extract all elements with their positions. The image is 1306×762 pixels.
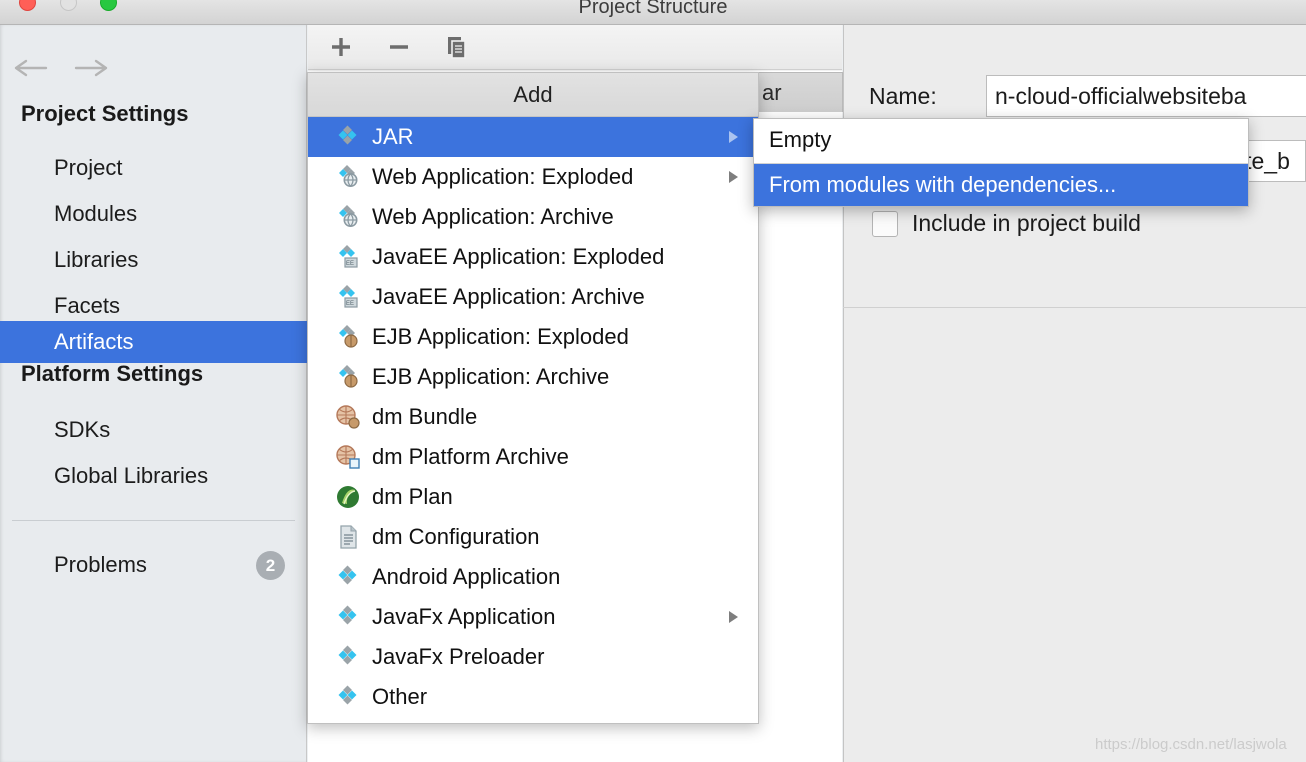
sidebar-item-label: Libraries — [54, 247, 139, 272]
artifacts-toolbar — [308, 25, 842, 70]
menu-item-label: JAR — [372, 124, 414, 149]
menu-item-web-application-exploded[interactable]: Web Application: Exploded — [308, 157, 758, 197]
sidebar-item-modules[interactable]: Modules — [0, 195, 307, 233]
web-exploded-icon — [335, 164, 361, 190]
sidebar-item-global-libraries[interactable]: Global Libraries — [0, 457, 307, 495]
javafx-icon — [335, 604, 361, 630]
menu-item-dm-plan[interactable]: dm Plan — [308, 477, 758, 517]
svg-text:EE: EE — [346, 261, 354, 267]
dm-bundle-icon — [335, 404, 361, 430]
sidebar-item-label: Problems — [54, 552, 147, 577]
javafx-preloader-icon — [335, 644, 361, 670]
include-in-project-build-row[interactable]: Include in project build — [872, 210, 1141, 237]
menu-item-label: Web Application: Exploded — [372, 164, 634, 189]
settings-sidebar: Project Settings Project Modules Librari… — [0, 25, 307, 762]
add-menu-title: Add — [308, 73, 758, 117]
menu-item-label: Android Application — [372, 564, 561, 589]
add-artifact-icon[interactable] — [326, 32, 356, 62]
sidebar-item-label: Project — [54, 155, 123, 180]
sidebar-item-label: Artifacts — [54, 329, 134, 354]
artifact-name-label: Name: — [869, 82, 937, 109]
menu-item-web-application-archive[interactable]: Web Application: Archive — [308, 197, 758, 237]
menu-item-label: EJB Application: Exploded — [372, 324, 629, 349]
menu-item-label: JavaEE Application: Archive — [372, 284, 645, 309]
sidebar-item-label: Facets — [54, 293, 121, 318]
tabs-underline — [843, 307, 1306, 308]
web-archive-icon — [335, 204, 361, 230]
problems-count-badge: 2 — [256, 551, 285, 580]
menu-item-label: JavaEE Application: Exploded — [372, 244, 665, 269]
include-in-project-build-checkbox[interactable] — [872, 210, 898, 237]
android-icon — [335, 564, 361, 590]
sidebar-divider — [12, 520, 295, 521]
menu-item-other[interactable]: Other — [308, 677, 758, 717]
menu-item-ejb-application-archive[interactable]: EJB Application: Archive — [308, 357, 758, 397]
background-tab-remnant[interactable]: ar — [757, 72, 843, 112]
sidebar-item-sdks[interactable]: SDKs — [0, 411, 307, 449]
menu-item-label: Web Application: Archive — [372, 204, 614, 229]
chevron-right-icon — [729, 131, 738, 143]
javaee-archive-icon: EE — [335, 284, 361, 310]
menu-item-dm-bundle[interactable]: dm Bundle — [308, 397, 758, 437]
add-artifact-menu: Add JAR Web Application: Exploded Web Ap… — [307, 72, 759, 724]
menu-item-label: dm Platform Archive — [372, 444, 569, 469]
menu-item-javafx-preloader[interactable]: JavaFx Preloader — [308, 637, 758, 677]
menu-item-javafx-application[interactable]: JavaFx Application — [308, 597, 758, 637]
menu-item-jar[interactable]: JAR — [308, 117, 758, 157]
menu-item-javaee-application-archive[interactable]: EE JavaEE Application: Archive — [308, 277, 758, 317]
forward-arrow-icon[interactable] — [73, 55, 109, 81]
dm-config-icon — [335, 524, 361, 550]
copy-artifact-icon[interactable] — [442, 32, 472, 62]
menu-item-dm-configuration[interactable]: dm Configuration — [308, 517, 758, 557]
menu-item-android-application[interactable]: Android Application — [308, 557, 758, 597]
sidebar-item-label: Global Libraries — [54, 463, 209, 488]
chevron-right-icon — [729, 611, 738, 623]
other-icon — [335, 684, 361, 710]
svg-text:EE: EE — [346, 301, 354, 307]
menu-item-javaee-application-exploded[interactable]: EE JavaEE Application: Exploded — [308, 237, 758, 277]
artifact-name-row: Name: n-cloud-officialwebsiteba — [869, 75, 1306, 117]
sidebar-item-label: SDKs — [54, 417, 111, 442]
menu-item-label: dm Bundle — [372, 404, 478, 429]
navigation-arrows — [13, 55, 109, 81]
title-bar: Project Structure — [0, 0, 1306, 25]
javaee-exploded-icon: EE — [335, 244, 361, 270]
remove-artifact-icon[interactable] — [384, 32, 414, 62]
jar-icon — [335, 124, 361, 150]
sidebar-item-problems[interactable]: Problems 2 — [0, 546, 307, 584]
menu-item-label: EJB Application: Archive — [372, 364, 610, 389]
sidebar-item-project[interactable]: Project — [0, 149, 307, 187]
sidebar-group-platform-settings: Platform Settings — [21, 361, 204, 386]
sidebar-item-artifacts[interactable]: Artifacts — [0, 321, 307, 363]
ejb-archive-icon — [335, 364, 361, 390]
sidebar-item-label: Modules — [54, 201, 138, 226]
project-structure-window: Project Structure Project Settings Proje… — [0, 0, 1306, 762]
menu-item-label: JavaFx Preloader — [372, 644, 545, 669]
sidebar-item-facets[interactable]: Facets — [0, 287, 307, 325]
submenu-item-label: Empty — [769, 127, 832, 152]
window-title: Project Structure — [578, 0, 728, 18]
sidebar-item-libraries[interactable]: Libraries — [0, 241, 307, 279]
sidebar-group-project-settings: Project Settings — [21, 101, 189, 126]
menu-item-label: JavaFx Application — [372, 604, 556, 629]
submenu-item-empty[interactable]: Empty — [754, 119, 1248, 161]
back-arrow-icon[interactable] — [13, 55, 49, 81]
submenu-item-from-modules-with-dependencies[interactable]: From modules with dependencies... — [754, 164, 1248, 206]
menu-item-label: Other — [372, 684, 428, 709]
dm-plan-icon — [335, 484, 361, 510]
menu-item-dm-platform-archive[interactable]: dm Platform Archive — [308, 437, 758, 477]
menu-item-ejb-application-exploded[interactable]: EJB Application: Exploded — [308, 317, 758, 357]
dm-platform-icon — [335, 444, 361, 470]
menu-item-label: dm Plan — [372, 484, 453, 509]
jar-submenu: Empty From modules with dependencies... — [753, 118, 1249, 207]
ejb-exploded-icon — [335, 324, 361, 350]
include-in-project-build-label: Include in project build — [912, 210, 1141, 236]
menu-item-label: dm Configuration — [372, 524, 540, 549]
submenu-item-label: From modules with dependencies... — [769, 172, 1117, 197]
artifact-name-input[interactable]: n-cloud-officialwebsiteba — [986, 75, 1306, 117]
chevron-right-icon — [729, 171, 738, 183]
